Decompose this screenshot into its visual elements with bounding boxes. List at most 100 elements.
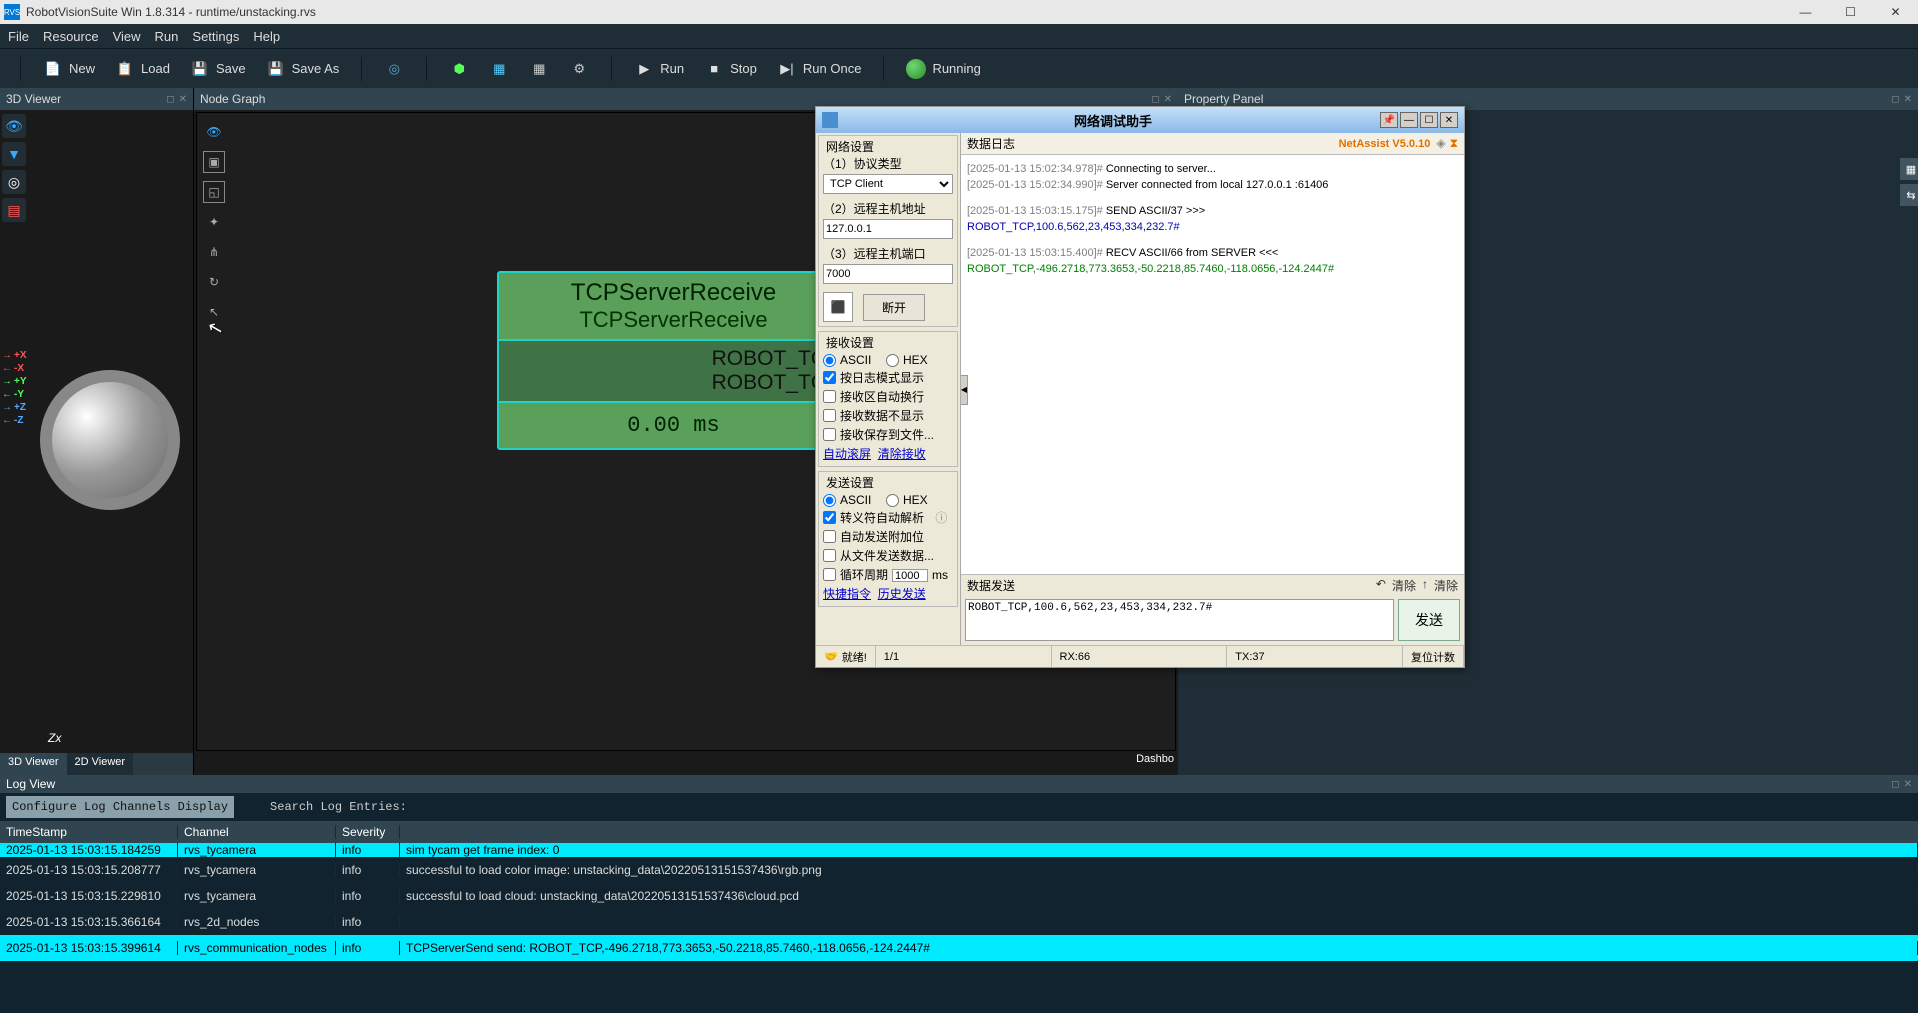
netassist-log-area[interactable]: ◀ [2025-01-13 15:02:34.978]# Connecting …: [961, 155, 1464, 574]
send-ascii-radio[interactable]: [823, 494, 836, 507]
tab-3d-viewer[interactable]: 3D Viewer: [0, 753, 67, 775]
log-row[interactable]: 2025-01-13 15:03:15.366164rvs_2d_nodesin…: [0, 909, 1918, 935]
port-input[interactable]: [823, 264, 953, 284]
menu-view[interactable]: View: [113, 29, 141, 44]
log-row[interactable]: 2025-01-13 15:03:15.229810rvs_tycamerain…: [0, 883, 1918, 909]
save-icon: 💾: [190, 59, 210, 79]
configure-log-button[interactable]: Configure Log Channels Display: [6, 796, 234, 818]
toolbar: 📄New 📋Load 💾Save 💾Save As ◎ ⬢ ▦ ▦ ⚙ ▶Run…: [0, 48, 1918, 88]
grid-icon[interactable]: ▦: [1900, 158, 1918, 180]
recv-logmode-check[interactable]: [823, 371, 836, 384]
host-input[interactable]: [823, 219, 953, 239]
new-icon: 📄: [43, 59, 63, 79]
log-head-label: 数据日志: [967, 135, 1015, 152]
disconnect-button[interactable]: 断开: [863, 294, 925, 321]
diamond-icon[interactable]: ◈: [1436, 136, 1445, 151]
close-panel-icon[interactable]: ✕: [179, 94, 187, 105]
undock-icon[interactable]: ◻: [1151, 94, 1159, 105]
cursor-icon[interactable]: ↖: [203, 301, 225, 323]
clearrecv-link[interactable]: 清除接收: [878, 447, 926, 461]
eye-icon[interactable]: 👁: [2, 114, 26, 138]
refresh-icon[interactable]: ↻: [203, 271, 225, 293]
maximize-button[interactable]: ☐: [1420, 112, 1438, 128]
menu-file[interactable]: File: [8, 29, 29, 44]
menu-settings[interactable]: Settings: [192, 29, 239, 44]
robot-button[interactable]: ⚙: [563, 57, 595, 81]
pin-button[interactable]: 📌: [1380, 112, 1398, 128]
save-button[interactable]: 💾Save: [184, 57, 252, 81]
log-row[interactable]: 2025-01-13 15:03:15.399614rvs_communicat…: [0, 935, 1918, 961]
shortcut-link[interactable]: 快捷指令: [823, 587, 871, 601]
connect-icon-button[interactable]: ⬛: [823, 292, 853, 322]
recv-wrap-check[interactable]: [823, 390, 836, 403]
tab-2d-viewer[interactable]: 2D Viewer: [67, 753, 134, 775]
send-escape-check[interactable]: [823, 511, 836, 524]
minimize-button[interactable]: —: [1783, 0, 1828, 24]
load-button[interactable]: 📋Load: [109, 57, 176, 81]
runonce-button[interactable]: ▶|Run Once: [771, 57, 868, 81]
recv-hex-radio[interactable]: [886, 354, 899, 367]
close-button[interactable]: ✕: [1440, 112, 1458, 128]
center-icon[interactable]: ✦: [203, 211, 225, 233]
bell-icon[interactable]: ⧗: [1450, 136, 1458, 151]
running-icon: [906, 59, 926, 79]
stop-button[interactable]: ■Stop: [698, 57, 763, 81]
maximize-button[interactable]: ☐: [1828, 0, 1873, 24]
close-button[interactable]: ✕: [1873, 0, 1918, 24]
undock-icon[interactable]: ◻: [1891, 779, 1899, 790]
recv-hide-check[interactable]: [823, 409, 836, 422]
send-hex-radio[interactable]: [886, 494, 899, 507]
axis-controls[interactable]: →+X ←-X →+Y ←-Y →+Z ←-Z: [2, 350, 27, 426]
minimize-button[interactable]: —: [1400, 112, 1418, 128]
run-button[interactable]: ▶Run: [628, 57, 690, 81]
log-row[interactable]: 2025-01-13 15:03:15.208777rvs_tycamerain…: [0, 857, 1918, 883]
history-link[interactable]: 历史发送: [878, 587, 926, 601]
stack-icon[interactable]: ▤: [2, 198, 26, 222]
saveas-button[interactable]: 💾Save As: [260, 57, 346, 81]
undock-icon[interactable]: ◻: [166, 94, 174, 105]
cycle-input[interactable]: [892, 569, 928, 582]
grid-button[interactable]: ▦: [523, 57, 555, 81]
cycle-check[interactable]: [823, 568, 836, 581]
clear-arrow-icon[interactable]: ↶: [1376, 577, 1386, 594]
send-textarea[interactable]: ROBOT_TCP,100.6,562,23,453,334,232.7#: [965, 599, 1394, 641]
collapse-handle[interactable]: ◀: [961, 375, 968, 405]
menu-run[interactable]: Run: [155, 29, 179, 44]
autoscroll-link[interactable]: 自动滚屏: [823, 447, 871, 461]
zoom-icon[interactable]: ◱: [203, 181, 225, 203]
protocol-select[interactable]: TCP Client: [823, 174, 953, 194]
network-settings-group: 网络设置 （1）协议类型 TCP Client （2）远程主机地址 （3）远程主…: [818, 135, 958, 327]
log-row[interactable]: 2025-01-13 15:03:15.184259rvs_tycamerain…: [0, 843, 1918, 857]
recv-ascii-radio[interactable]: [823, 354, 836, 367]
target-icon[interactable]: ◎: [2, 170, 26, 194]
3d-viewer-canvas[interactable]: 👁 ▼ ◎ ▤ →+X ←-X →+Y ←-Y →+Z ←-Z Zx: [0, 110, 193, 753]
menu-help[interactable]: Help: [253, 29, 280, 44]
close-panel-icon[interactable]: ✕: [1904, 779, 1912, 790]
navigation-ball[interactable]: [40, 370, 180, 510]
send-append-check[interactable]: [823, 530, 836, 543]
reset-counter-button[interactable]: 复位计数: [1403, 646, 1464, 667]
swap-icon[interactable]: ⇆: [1900, 184, 1918, 206]
fit-icon[interactable]: ▣: [203, 151, 225, 173]
share-icon[interactable]: ⋔: [203, 241, 225, 263]
eye-icon[interactable]: 👁: [203, 121, 225, 143]
recv-save-check[interactable]: [823, 428, 836, 441]
undock-icon[interactable]: ◻: [1891, 94, 1899, 105]
menu-resource[interactable]: Resource: [43, 29, 99, 44]
saveas-icon: 💾: [266, 59, 286, 79]
shield-icon[interactable]: ▼: [2, 142, 26, 166]
node-tcpserverreceive[interactable]: TCPServerReceive TCPServerReceive ROBOT_…: [497, 271, 850, 450]
tree-button[interactable]: ▦: [483, 57, 515, 81]
clear-up-icon[interactable]: ↑: [1422, 577, 1428, 594]
send-file-check[interactable]: [823, 549, 836, 562]
close-panel-icon[interactable]: ✕: [1164, 94, 1172, 105]
step-icon: ▶|: [777, 59, 797, 79]
close-panel-icon[interactable]: ✕: [1904, 94, 1912, 105]
cloud-button[interactable]: ⬢: [443, 57, 475, 81]
send-button[interactable]: 发送: [1398, 599, 1460, 641]
new-button[interactable]: 📄New: [37, 57, 101, 81]
palette-button[interactable]: ◎: [378, 57, 410, 81]
netassist-window[interactable]: 网络调试助手 📌 — ☐ ✕ 网络设置 （1）协议类型 TCP Client （…: [815, 106, 1465, 668]
tab-dashboard[interactable]: Dashbo: [1136, 753, 1174, 775]
netassist-title-bar[interactable]: 网络调试助手 📌 — ☐ ✕: [816, 107, 1464, 133]
